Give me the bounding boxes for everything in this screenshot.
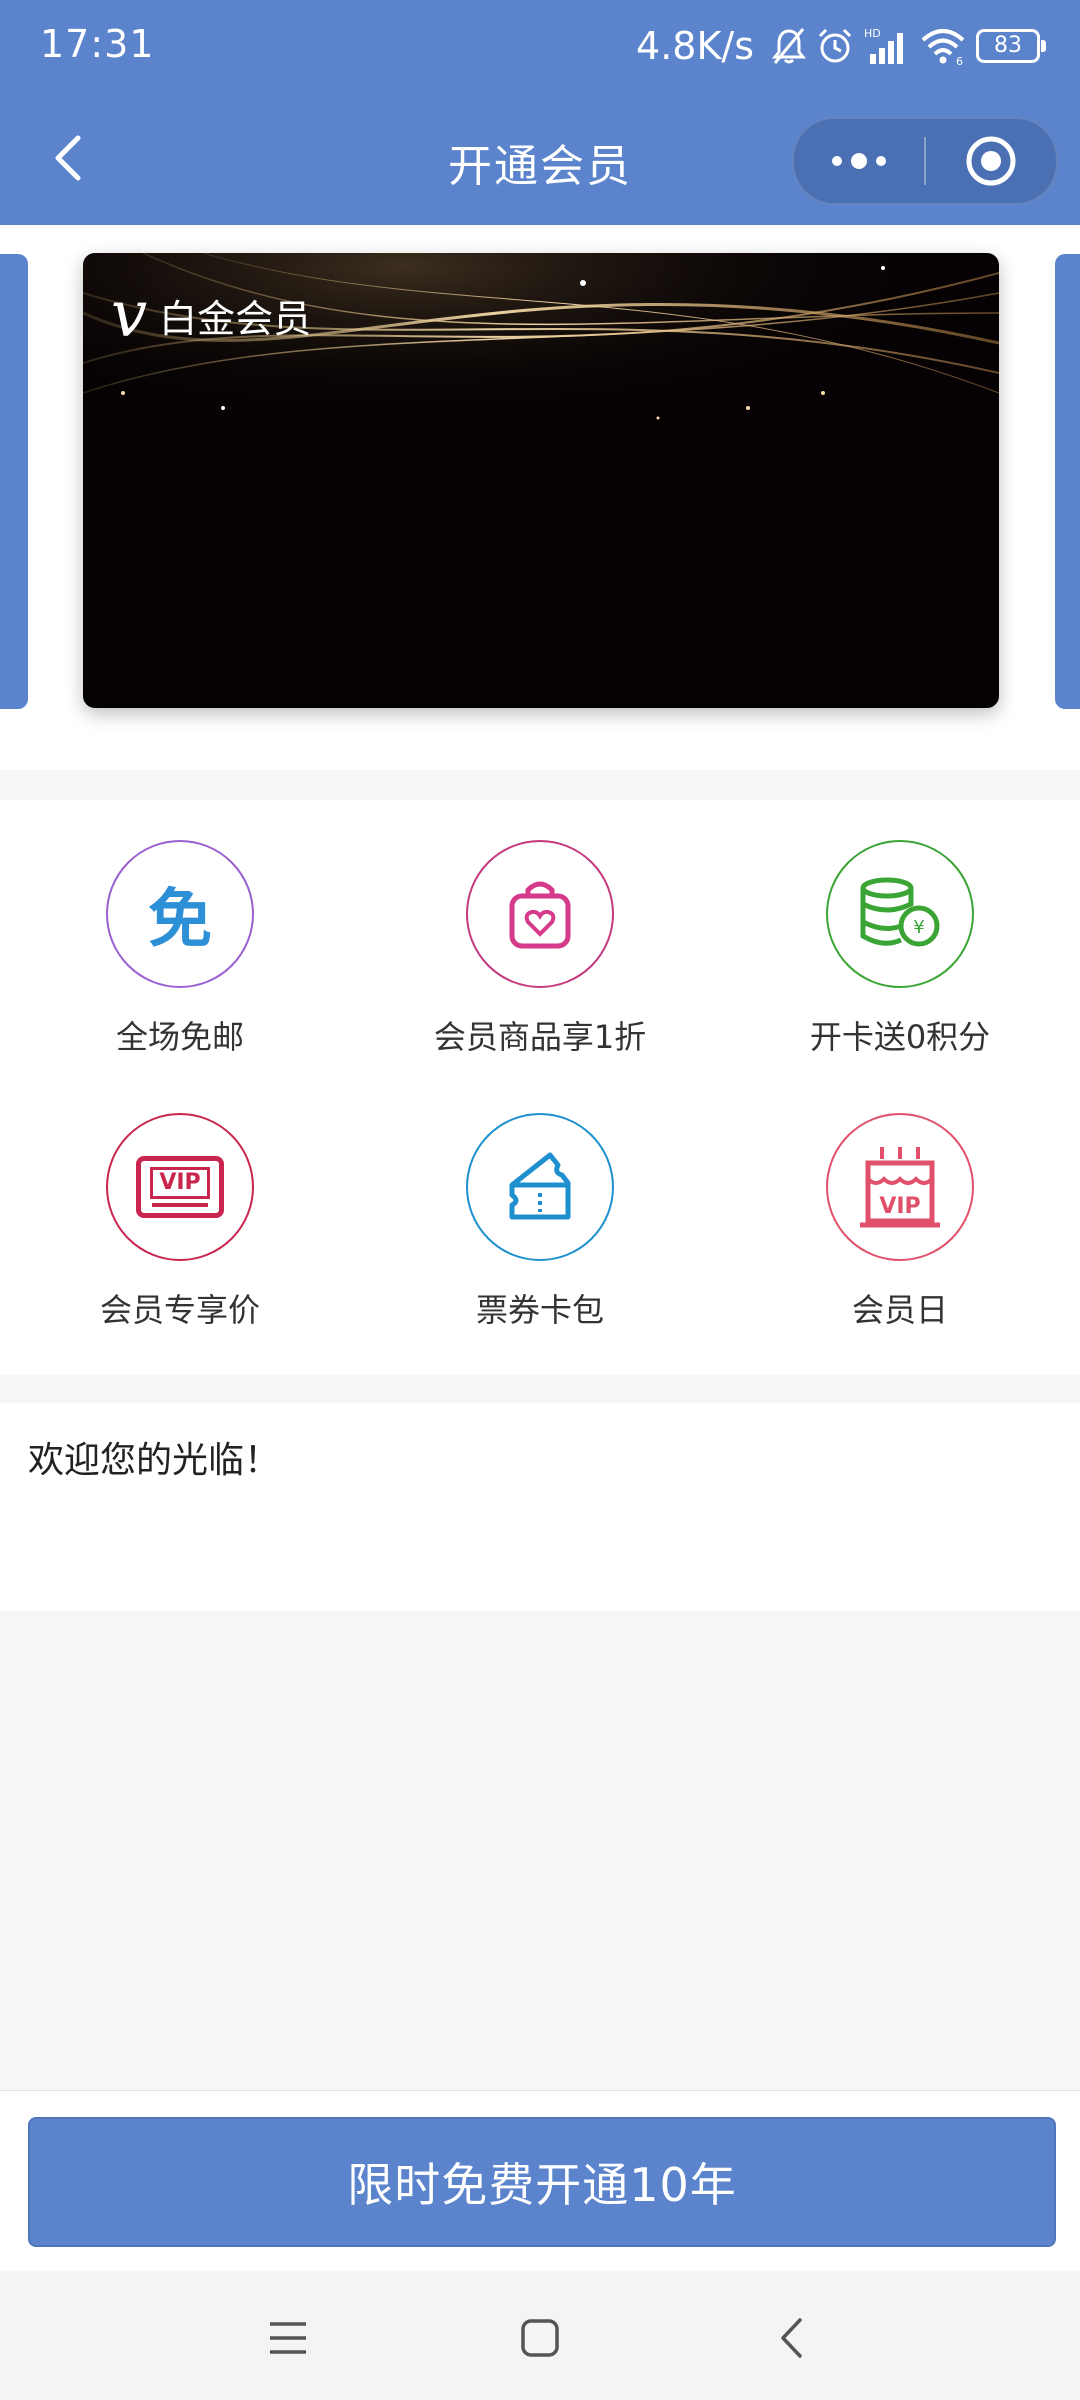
ticket-icon <box>466 1113 614 1261</box>
benefit-label: 全场免邮 <box>115 1018 244 1056</box>
benefit-label: 会员日 <box>851 1291 948 1329</box>
card-name: 白金会员 <box>159 296 312 341</box>
status-time: 17:31 <box>40 22 155 66</box>
benefit-free-shipping[interactable]: 免 全场免邮 <box>30 840 330 1058</box>
cake-icon-text: VIP <box>879 1194 920 1219</box>
welcome-section: 欢迎您的光临！ <box>0 1403 1080 1611</box>
platinum-member-card[interactable]: V 白金会员 <box>83 253 999 708</box>
activate-membership-button[interactable]: 限时免费开通10年 <box>28 2117 1056 2247</box>
shopping-bag-heart-icon <box>466 840 614 988</box>
vip-card-icon: VIP <box>106 1113 254 1261</box>
benefit-member-price[interactable]: VIP 会员专享价 <box>30 1113 330 1331</box>
benefit-label: 会员专享价 <box>99 1291 260 1329</box>
menu-button[interactable] <box>258 2308 318 2368</box>
previous-card[interactable] <box>0 254 28 709</box>
system-navigation-bar <box>0 2272 1080 2400</box>
network-speed: 4.8K/s <box>636 24 754 68</box>
benefits-grid: 免 全场免邮 会员商品享1折 ¥ 开卡送0积分 VIP 会员专享价 票券卡包 V… <box>0 800 1080 1375</box>
mini-program-capsule <box>792 117 1058 205</box>
more-dots-icon <box>832 153 886 169</box>
wifi-icon: 6 <box>921 29 965 66</box>
status-icons: 4.8K/s HD 6 83 <box>636 18 1046 74</box>
free-shipping-icon-text: 免 <box>148 883 212 957</box>
system-back-button[interactable] <box>762 2308 822 2368</box>
vip-card-icon-text: VIP <box>150 1167 210 1199</box>
benefit-label: 开卡送0积分 <box>809 1018 991 1056</box>
benefit-label: 会员商品享1折 <box>433 1018 647 1056</box>
svg-text:¥: ¥ <box>913 917 924 938</box>
back-icon <box>781 2318 802 2358</box>
birthday-cake-icon: VIP <box>826 1113 974 1261</box>
app-header: 17:31 4.8K/s HD 6 83 开通会员 <box>0 0 1080 225</box>
next-card[interactable] <box>1055 254 1080 709</box>
svg-text:6: 6 <box>956 55 963 66</box>
alarm-icon <box>818 28 852 63</box>
benefit-member-discount[interactable]: 会员商品享1折 <box>390 840 690 1058</box>
home-button[interactable] <box>510 2308 570 2368</box>
free-shipping-icon: 免 <box>106 840 254 988</box>
welcome-text: 欢迎您的光临！ <box>28 1440 281 1481</box>
more-button[interactable] <box>794 119 924 203</box>
svg-text:HD: HD <box>864 27 881 40</box>
benefit-member-day[interactable]: VIP 会员日 <box>750 1113 1050 1331</box>
coins-icon: ¥ <box>826 840 974 988</box>
bell-off-icon <box>772 28 806 64</box>
benefit-label: 票券卡包 <box>475 1291 604 1329</box>
signal-icon: HD <box>864 27 903 64</box>
benefit-points[interactable]: ¥ 开卡送0积分 <box>750 840 1050 1058</box>
benefit-coupon-wallet[interactable]: 票券卡包 <box>390 1113 690 1331</box>
card-header: V 白金会员 <box>111 283 311 347</box>
menu-icon <box>270 2322 306 2354</box>
card-logo: V <box>111 278 148 352</box>
close-mini-program-button[interactable] <box>926 119 1056 203</box>
home-icon <box>521 2319 559 2357</box>
target-icon <box>966 136 1016 186</box>
battery-icon: 83 <box>976 29 1046 63</box>
